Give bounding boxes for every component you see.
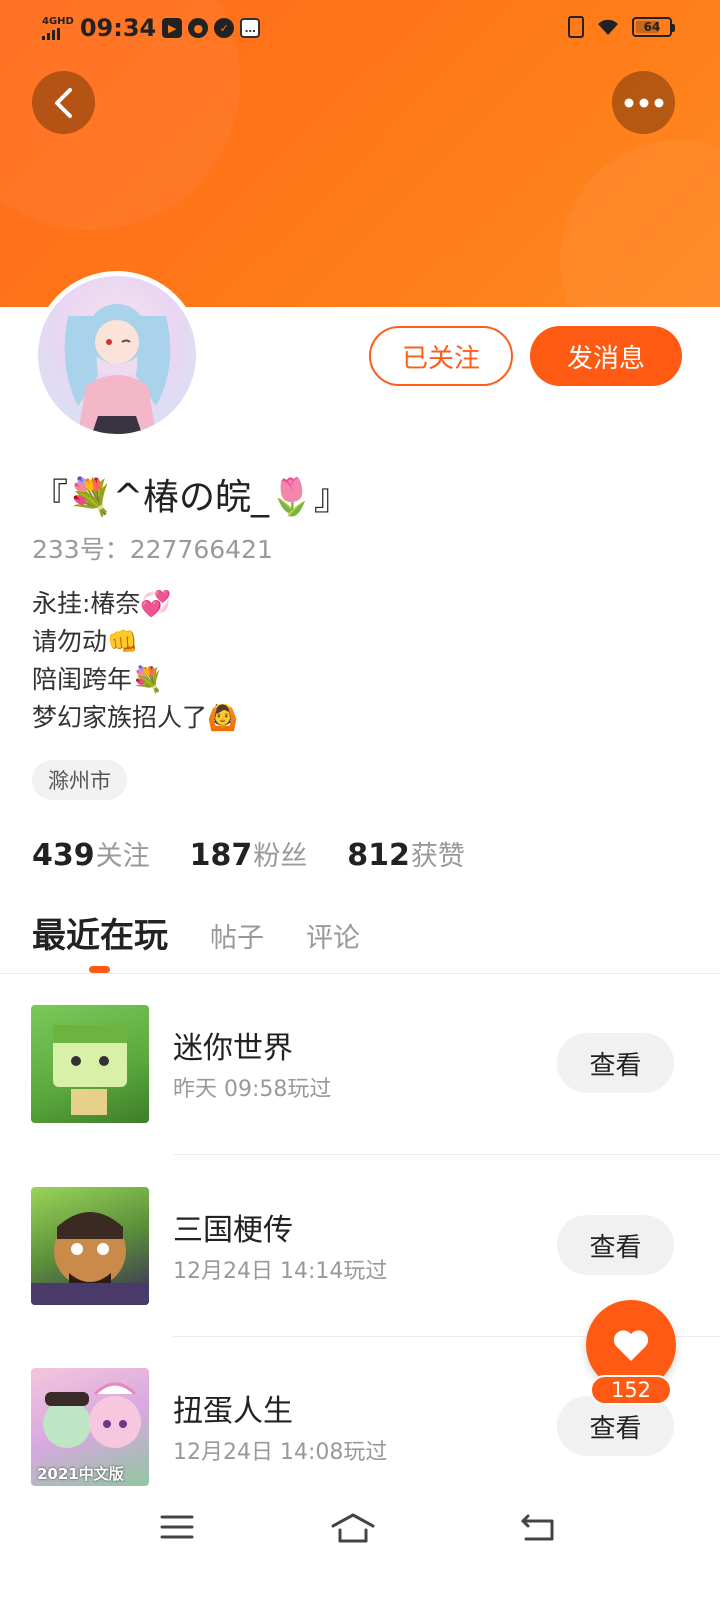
last-played-time: 昨天 09:58玩过 [173,1077,332,1102]
notification-app-icon: ✓ [214,18,235,38]
avatar-image [38,276,196,434]
wechat-icon: ● [188,18,209,38]
wifi-icon [598,19,618,35]
video-app-icon: ▶ [162,18,183,38]
tab-comments[interactable]: 评论 [306,916,360,955]
battery-level: 64 [643,20,661,34]
following-stat[interactable]: 439 关注 [32,834,150,873]
bio-line: 梦幻家族招人了🙆 [32,703,239,732]
bio-line: 陪闺跨年💐 [32,665,164,694]
menu-icon[interactable] [160,1512,194,1542]
tab-posts[interactable]: 帖子 [210,916,264,955]
status-bar: 4GHD 09:34 ▶ ● ✓ … 64 [0,0,720,58]
followers-count: 187 [189,838,253,873]
back-nav-icon[interactable] [520,1512,556,1542]
bio-line: 请勿动👊 [32,627,139,656]
game-thumbnail-art [31,1212,149,1305]
username: 『💐^椿の皖_🌷』 [32,477,350,518]
view-button[interactable]: 查看 [557,1033,674,1093]
game-thumbnail [31,1187,149,1305]
send-message-button[interactable]: 发消息 [530,326,682,386]
view-button[interactable]: 查看 [557,1215,674,1275]
game-name: 三国梗传 [173,1213,293,1248]
bio: 永挂:椿奈💞 请勿动👊 陪闺跨年💐 梦幻家族招人了🙆 [32,585,238,737]
game-thumbnail [31,1005,149,1123]
heart-icon [613,1330,649,1361]
bio-line: 永挂:椿奈💞 [32,589,172,618]
back-button[interactable] [32,71,95,134]
home-icon[interactable] [330,1512,376,1544]
vibrate-icon [568,16,584,38]
more-dots-icon [624,98,663,107]
system-navigation-bar [0,1490,720,1600]
profile-tabs: 最近在玩 帖子 评论 [32,908,360,957]
like-count: 152 [590,1375,672,1405]
last-played-time: 12月24日 14:08玩过 [173,1440,388,1465]
game-name: 迷你世界 [173,1031,293,1066]
view-button[interactable]: 查看 [557,1396,674,1456]
game-name: 扭蛋人生 [173,1394,293,1429]
network-type: 4GHD [42,15,74,27]
location-tag: 滁州市 [32,760,127,800]
likes-stat[interactable]: 812 获赞 [347,834,465,873]
status-time: 09:34 [79,14,157,42]
divider [173,1154,720,1155]
profile-stats: 439 关注 187 粉丝 812 获赞 [32,834,465,873]
more-options-button[interactable] [612,71,675,134]
list-item[interactable]: 三国梗传 12月24日 14:14玩过 查看 [0,1187,720,1307]
likes-label: 获赞 [410,841,465,872]
battery-icon: 64 [632,17,675,37]
tab-recently-played[interactable]: 最近在玩 [32,908,168,957]
followers-label: 粉丝 [253,841,308,872]
following-label: 关注 [95,841,150,872]
followed-button[interactable]: 已关注 [369,326,513,386]
divider [0,973,720,974]
game-thumbnail: 2021中文版 [31,1368,149,1486]
thumbnail-caption: 2021中文版 [37,1465,124,1483]
followers-stat[interactable]: 187 粉丝 [190,834,308,873]
likes-count: 812 [347,838,410,873]
list-item[interactable]: 迷你世界 昨天 09:58玩过 查看 [0,1005,720,1125]
following-count: 439 [32,838,95,873]
chat-app-icon: … [240,18,261,38]
last-played-time: 12月24日 14:14玩过 [173,1259,388,1284]
chevron-left-icon [54,87,72,118]
signal-indicator: 4GHD [42,15,74,40]
avatar-illustration [64,304,171,434]
avatar[interactable] [33,271,201,439]
cover-decoration [560,140,720,307]
user-id[interactable]: 233号：227766421 [32,530,273,566]
active-tab-indicator [89,966,110,973]
game-thumbnail-art [53,1025,127,1115]
